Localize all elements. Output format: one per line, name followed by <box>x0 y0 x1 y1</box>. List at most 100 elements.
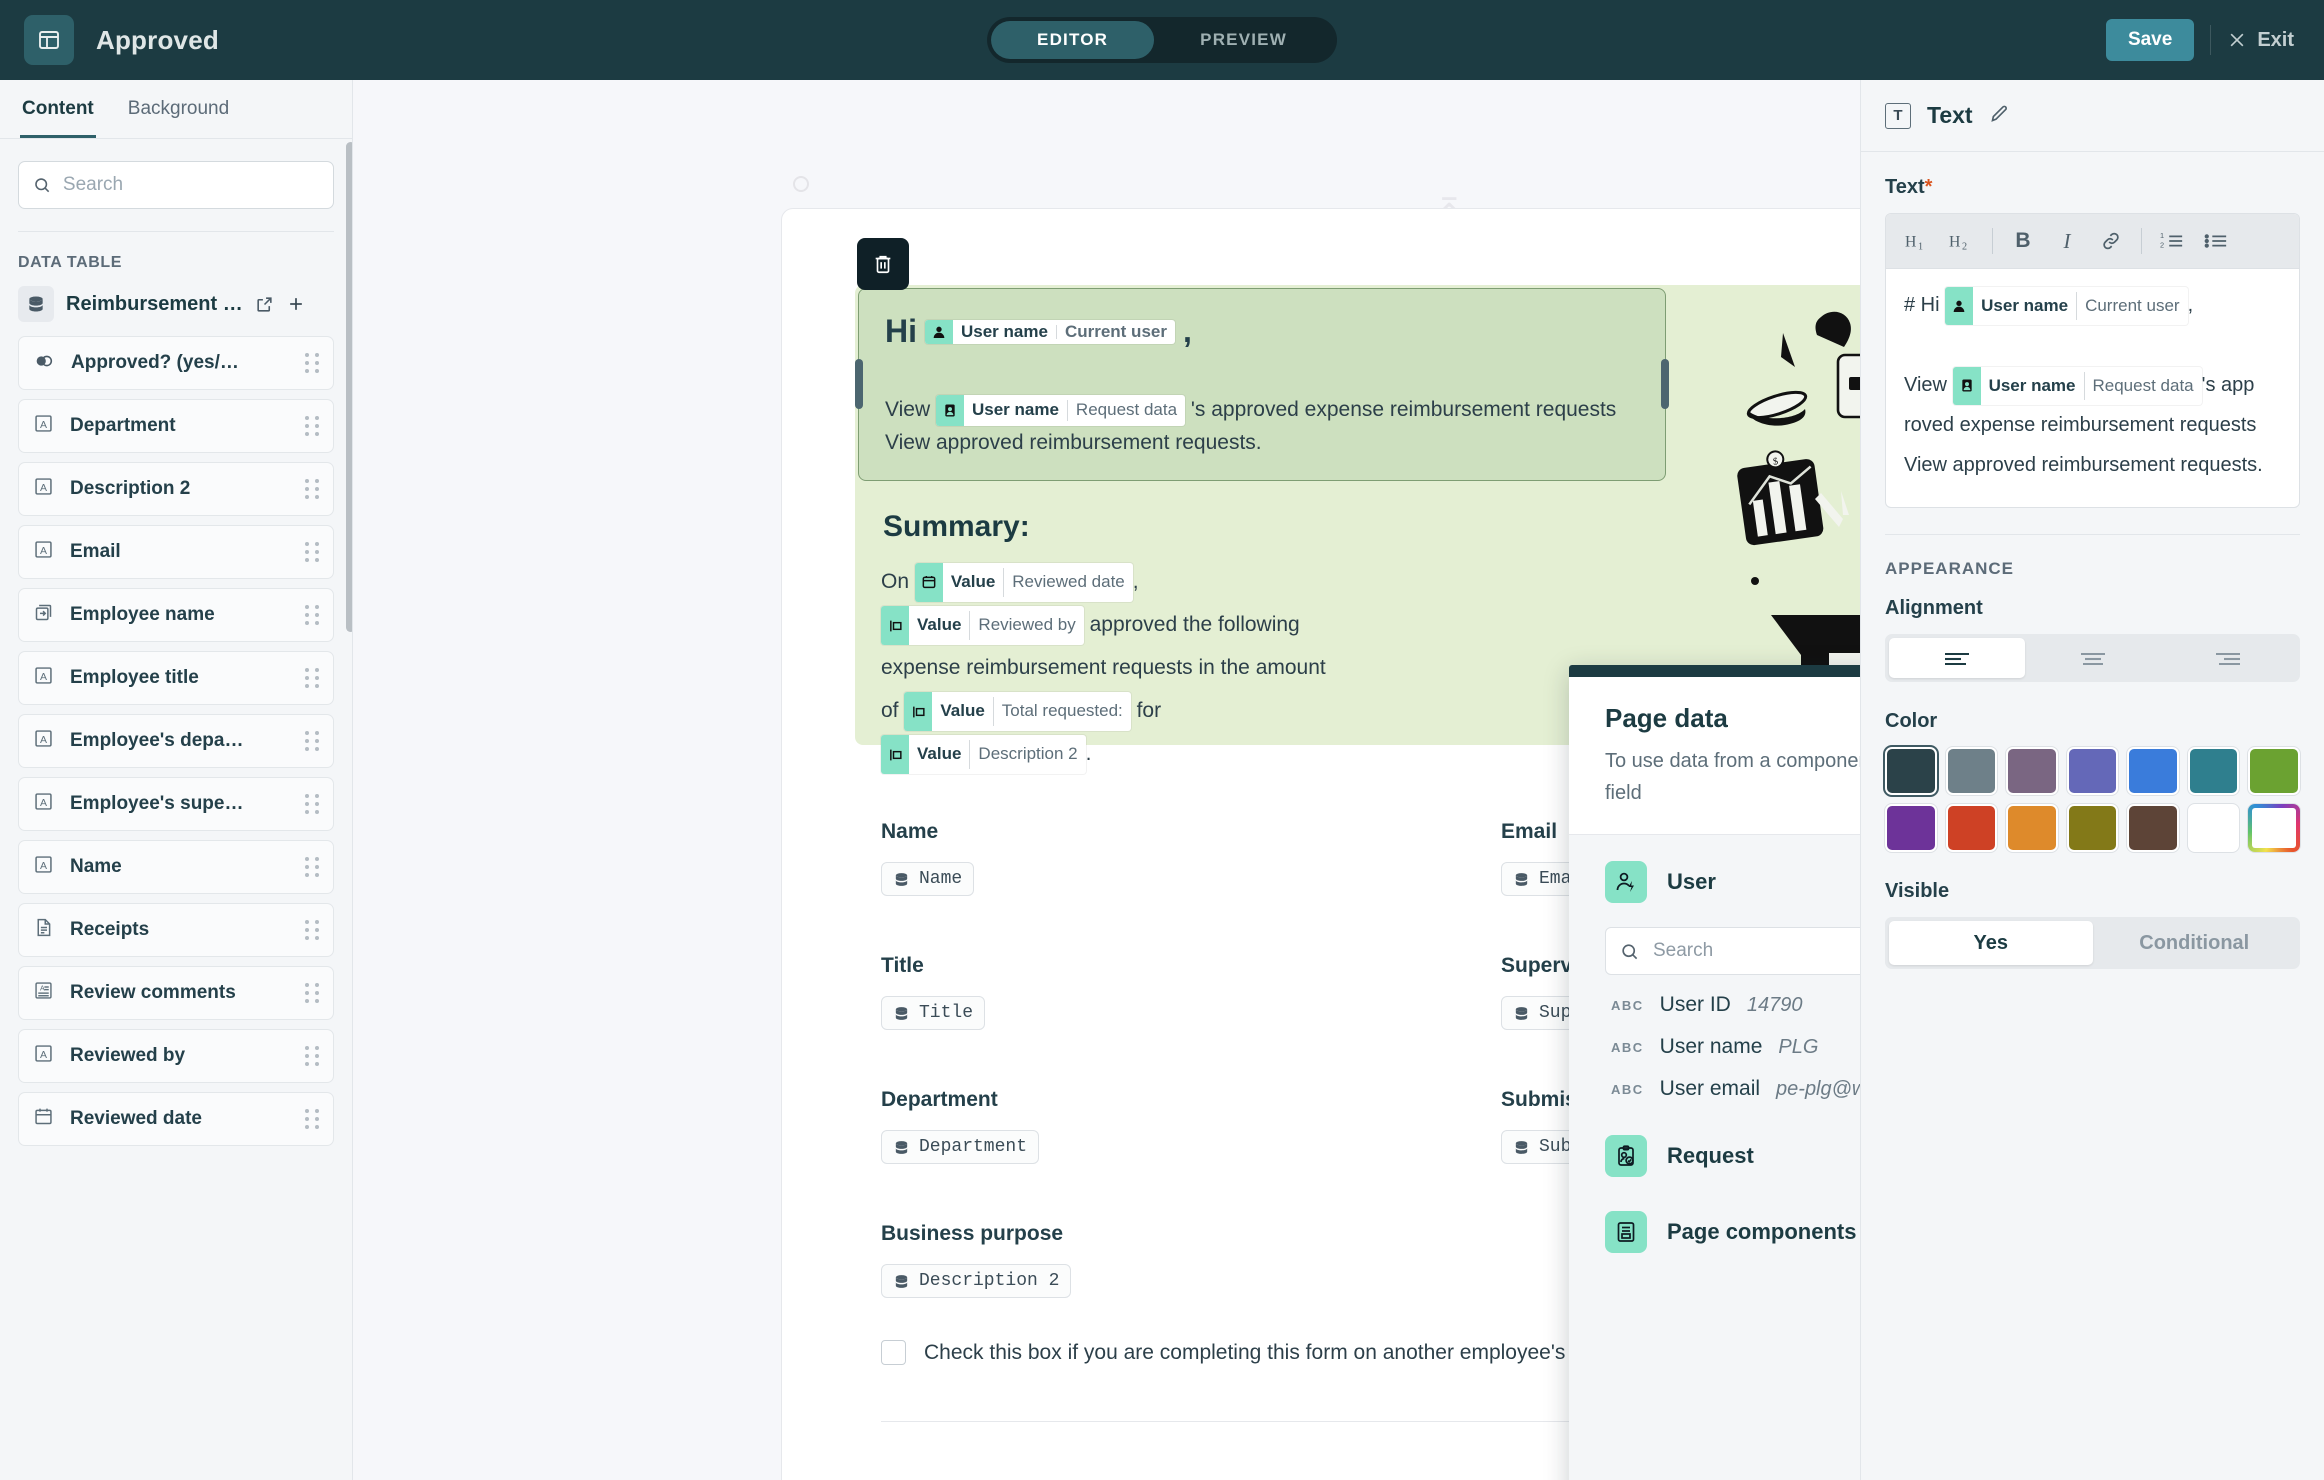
drag-handle-icon[interactable] <box>305 857 319 877</box>
editor-datapill-request-data[interactable]: User name Request data <box>1952 366 2202 405</box>
page-data-field[interactable]: ABC User name PLG <box>1605 1017 1860 1059</box>
group-header-user[interactable]: User <box>1605 861 1860 903</box>
text-icon: A <box>33 1043 54 1069</box>
color-swatch[interactable] <box>2187 747 2240 795</box>
drag-handle-icon[interactable] <box>305 542 319 562</box>
data-field-item[interactable]: A Review comments <box>18 966 334 1020</box>
data-field-item[interactable]: Reviewed date <box>18 1092 334 1146</box>
plus-icon[interactable] <box>286 294 306 314</box>
align-center-icon[interactable] <box>2025 638 2161 678</box>
main-row: Content Background DATA TABLE <box>0 80 2324 1480</box>
data-field-item[interactable]: A Department <box>18 399 334 453</box>
resize-handle-top-left[interactable] <box>793 176 809 192</box>
divider <box>2141 228 2142 254</box>
field-datapill[interactable]: Name <box>881 862 975 896</box>
color-swatch[interactable] <box>2127 804 2179 852</box>
sidebar-search[interactable] <box>18 161 334 209</box>
color-swatch[interactable] <box>1945 804 1998 852</box>
datapill-reviewed-date[interactable]: Value Reviewed date <box>914 563 1133 602</box>
color-swatch[interactable] <box>2006 747 2058 795</box>
data-field-item[interactable]: A Reviewed by <box>18 1029 334 1083</box>
bullet-list-icon[interactable] <box>2196 223 2236 259</box>
page-data-group-request[interactable]: Request <box>1569 1101 1860 1177</box>
color-swatch[interactable] <box>2248 747 2300 795</box>
color-swatch[interactable] <box>1885 747 1937 795</box>
divider <box>2083 371 2085 400</box>
sidebar-scrollbar[interactable] <box>346 142 352 632</box>
data-field-item[interactable]: Approved? (yes/… <box>18 336 334 390</box>
page-data-search[interactable] <box>1605 927 1860 975</box>
heading-2-icon[interactable]: H2 <box>1942 223 1982 259</box>
color-swatch[interactable] <box>2066 804 2119 852</box>
editor-content[interactable]: # Hi User name Current user , View User … <box>1886 269 2299 507</box>
field-datapill[interactable]: Title <box>881 996 986 1030</box>
page-data-group-page-components[interactable]: Page components <box>1569 1177 1860 1253</box>
data-field-item[interactable]: A Employee's supe… <box>18 777 334 831</box>
color-swatch-custom[interactable] <box>2248 804 2300 852</box>
color-swatch[interactable] <box>2006 804 2058 852</box>
resize-handle-right[interactable] <box>1661 359 1669 409</box>
data-field-item[interactable]: A Email <box>18 525 334 579</box>
data-field-item[interactable]: A Employee title <box>18 651 334 705</box>
datapill-description-2[interactable]: Value Description 2 <box>881 735 1086 775</box>
field-label: Department <box>881 1088 998 1111</box>
link-icon[interactable] <box>2091 223 2131 259</box>
page-data-search-input[interactable] <box>1653 940 1860 962</box>
drag-handle-icon[interactable] <box>305 1109 319 1129</box>
drag-handle-icon[interactable] <box>305 668 319 688</box>
drag-handle-icon[interactable] <box>305 920 319 940</box>
drag-handle-icon[interactable] <box>305 1046 319 1066</box>
data-field-item[interactable]: A Employee's depa… <box>18 714 334 768</box>
resize-handle-left[interactable] <box>855 359 863 409</box>
bold-icon[interactable]: B <box>2003 223 2043 259</box>
save-button[interactable]: Save <box>2105 19 2195 61</box>
selected-text-component[interactable]: Hi User name Current user , View User na… <box>855 288 1669 481</box>
data-table-row[interactable]: Reimbursement … <box>0 282 352 332</box>
color-swatch[interactable] <box>2066 747 2119 795</box>
datapill-total-requested[interactable]: Value Total requested: <box>904 692 1131 732</box>
drag-handle-icon[interactable] <box>305 605 319 625</box>
drag-handle-icon[interactable] <box>305 983 319 1003</box>
another-employee-checkbox[interactable] <box>881 1340 906 1365</box>
field-datapill[interactable]: Department <box>881 1130 1040 1164</box>
data-field-item[interactable]: A Description 2 <box>18 462 334 516</box>
color-swatch[interactable] <box>1945 747 1998 795</box>
svg-text:1: 1 <box>1918 241 1923 252</box>
data-field-item[interactable]: Receipts <box>18 903 334 957</box>
data-field-item[interactable]: Employee name <box>18 588 334 642</box>
drag-handle-icon[interactable] <box>305 353 319 373</box>
heading-1-icon[interactable]: H1 <box>1898 223 1938 259</box>
tab-preview[interactable]: PREVIEW <box>1154 21 1333 59</box>
sidebar-tab-content[interactable]: Content <box>20 80 96 138</box>
page-data-field[interactable]: ABC User email pe-plg@workato.com <box>1605 1059 1860 1101</box>
visible-option-yes[interactable]: Yes <box>1889 921 2093 965</box>
ordered-list-icon[interactable]: 1 2 <box>2152 223 2192 259</box>
color-swatch[interactable] <box>2187 804 2240 852</box>
datapill-reviewed-by[interactable]: Value Reviewed by <box>881 606 1084 645</box>
data-field-item[interactable]: A Name <box>18 840 334 894</box>
align-left-icon[interactable] <box>1889 638 2025 678</box>
drag-handle-icon[interactable] <box>305 479 319 499</box>
external-link-icon[interactable] <box>255 295 274 314</box>
drag-handle-icon[interactable] <box>305 794 319 814</box>
visible-option-conditional[interactable]: Conditional <box>2093 921 2297 965</box>
rich-text-editor[interactable]: H1 H2 B I 1 2 # Hi User name Current use… <box>1885 213 2300 508</box>
editor-datapill-current-user[interactable]: User name Current user <box>1945 286 2188 325</box>
datapill-user-name-current-user[interactable]: User name Current user <box>925 319 1175 344</box>
drag-handle-icon[interactable] <box>305 731 319 751</box>
page-data-field[interactable]: ABC User ID 14790 <box>1605 975 1860 1017</box>
color-swatch[interactable] <box>1885 804 1937 852</box>
field-datapill[interactable]: Description 2 <box>881 1264 1072 1298</box>
search-input[interactable] <box>62 174 319 196</box>
sidebar-tab-background[interactable]: Background <box>126 80 231 138</box>
exit-button[interactable]: Exit <box>2227 29 2302 52</box>
datapill-user-name-request-data[interactable]: User name Request data <box>935 395 1186 426</box>
hero-paragraph: View User name Request data 's approved … <box>885 394 1639 459</box>
pencil-icon[interactable] <box>1989 103 2010 129</box>
color-swatch[interactable] <box>2127 747 2179 795</box>
align-right-icon[interactable] <box>2160 638 2296 678</box>
italic-icon[interactable]: I <box>2047 223 2087 259</box>
tab-editor[interactable]: EDITOR <box>991 21 1155 59</box>
delete-component-button[interactable] <box>857 238 909 290</box>
drag-handle-icon[interactable] <box>305 416 319 436</box>
